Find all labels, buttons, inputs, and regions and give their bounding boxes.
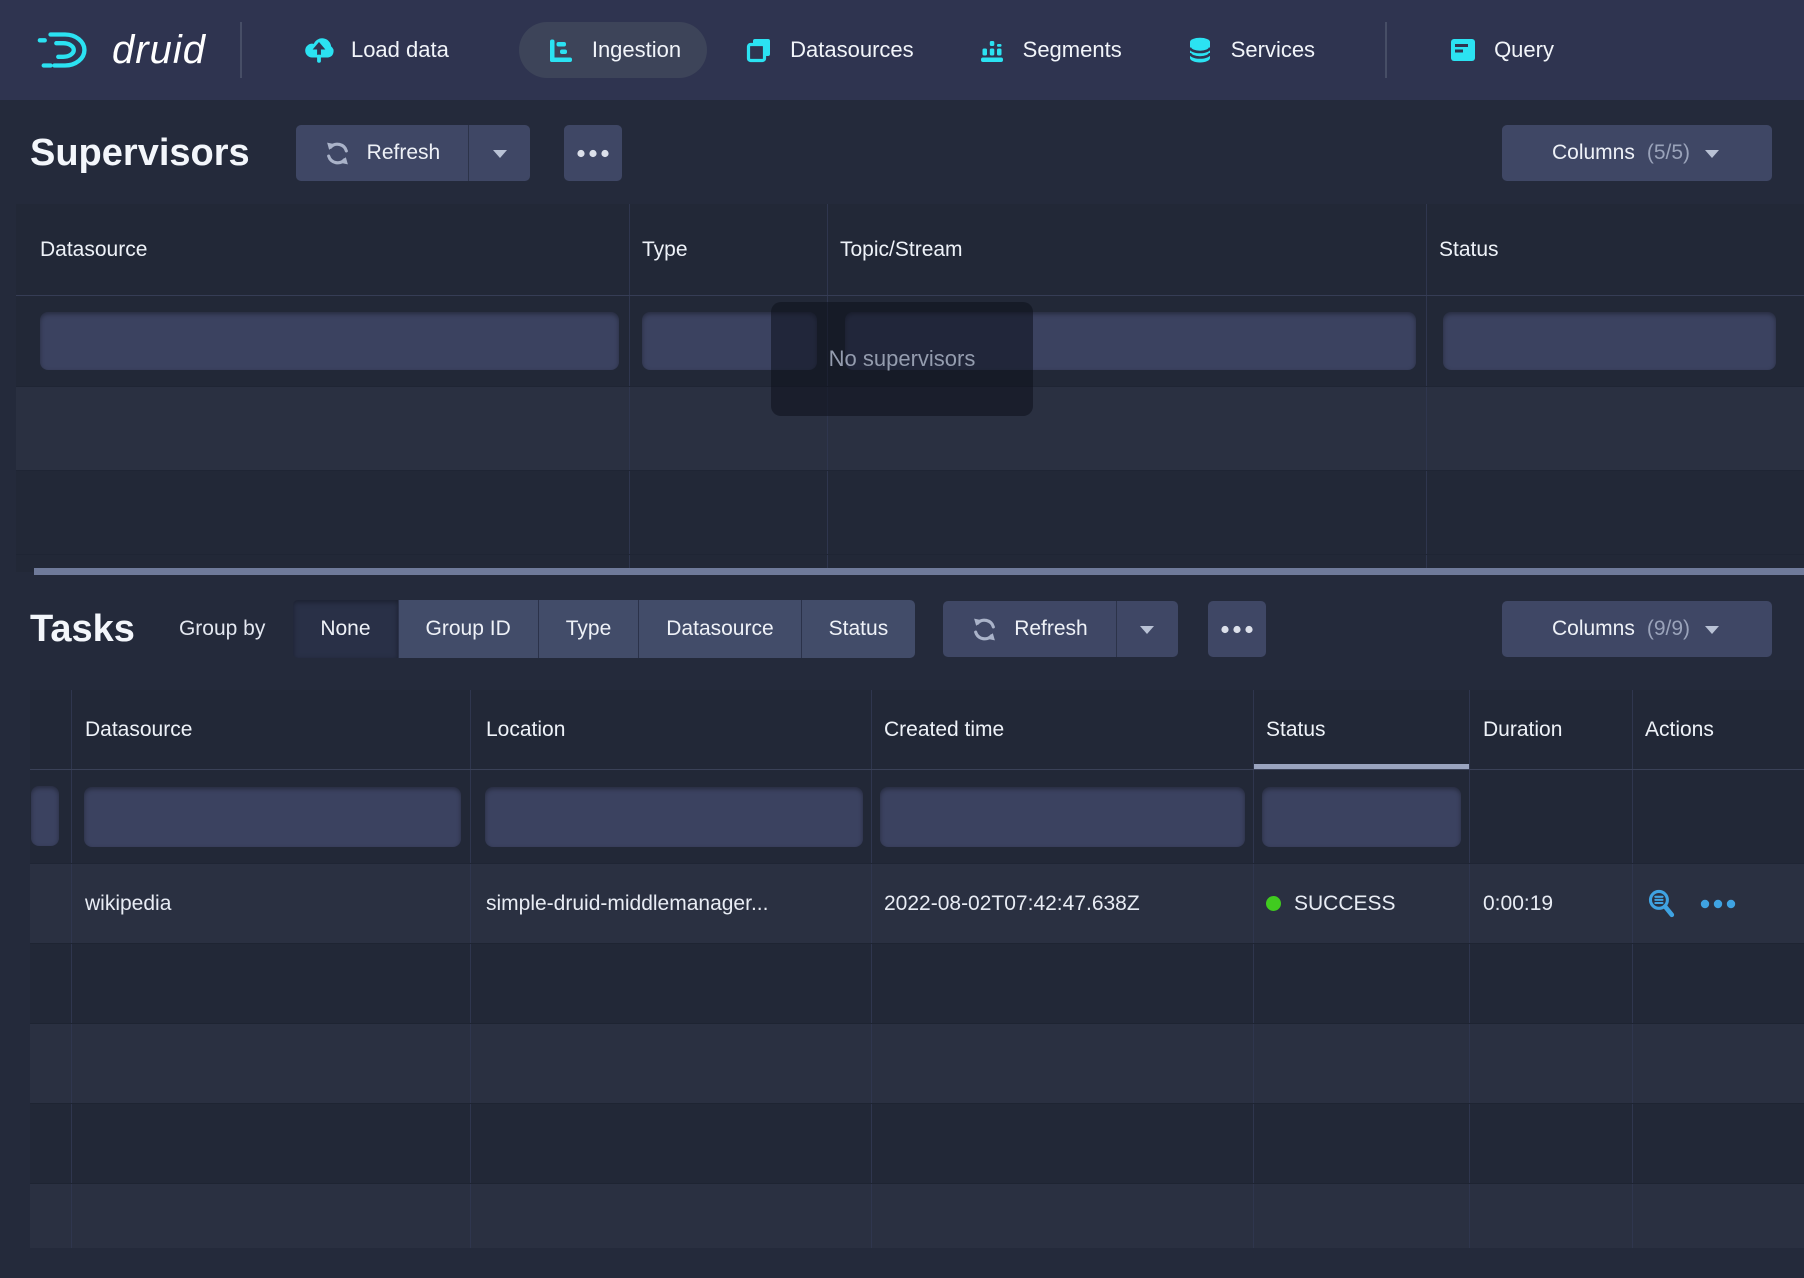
columns-count: (9/9) xyxy=(1647,617,1690,641)
group-by-type-button[interactable]: Type xyxy=(539,600,640,658)
sliver-filter-input[interactable] xyxy=(31,786,59,846)
table-row xyxy=(30,1184,1804,1248)
group-by-label: Group by xyxy=(179,617,265,641)
created-time-cell: 2022-08-02T07:42:47.638Z xyxy=(872,864,1254,943)
supervisors-title: Supervisors xyxy=(30,132,250,175)
row-more-icon[interactable] xyxy=(1700,899,1738,909)
nav-item-datasources[interactable]: Datasources xyxy=(717,22,940,78)
table-row xyxy=(30,944,1804,1024)
nav-item-query[interactable]: Query xyxy=(1421,22,1580,78)
search-template-icon[interactable] xyxy=(1645,887,1678,920)
duration-cell: 0:00:19 xyxy=(1470,864,1633,943)
actions-cell xyxy=(1633,864,1804,943)
tasks-refresh-button[interactable]: Refresh xyxy=(943,601,1116,657)
created-time-filter-input[interactable] xyxy=(880,787,1245,847)
column-header[interactable]: Duration xyxy=(1470,690,1633,769)
column-header-sorted[interactable]: Status xyxy=(1254,690,1470,769)
group-by-group-id-button[interactable]: Group ID xyxy=(399,600,539,658)
console-icon xyxy=(1447,34,1479,66)
datasource-cell: wikipedia xyxy=(72,864,471,943)
tasks-more-button[interactable] xyxy=(1208,601,1266,657)
group-by-status-button[interactable]: Status xyxy=(802,600,916,658)
cloud-upload-icon xyxy=(302,33,336,67)
nav-item-ingestion[interactable]: Ingestion xyxy=(519,22,707,78)
group-by-none-button[interactable]: None xyxy=(293,600,398,658)
more-icon xyxy=(576,149,610,158)
column-header[interactable]: Status xyxy=(1427,204,1804,295)
column-header[interactable]: Datasource xyxy=(16,204,630,295)
nav-item-label: Query xyxy=(1494,37,1554,63)
status-filter-input[interactable] xyxy=(1262,787,1461,847)
tasks-header-row: Datasource Location Created time Status … xyxy=(30,690,1804,770)
supervisors-header: Supervisors Refresh xyxy=(30,124,1772,182)
supervisors-refresh-dropdown[interactable] xyxy=(468,125,530,181)
column-header[interactable]: Type xyxy=(630,204,828,295)
gantt-chart-icon xyxy=(545,34,577,66)
table-row xyxy=(30,1104,1804,1184)
nav-item-label: Services xyxy=(1231,37,1315,63)
tasks-header: Tasks Group by None Group ID Type Dataso… xyxy=(30,600,1772,658)
supervisors-empty-state: No supervisors xyxy=(771,302,1033,416)
refresh-label: Refresh xyxy=(367,141,441,165)
tasks-refresh-dropdown[interactable] xyxy=(1116,601,1178,657)
group-by-segmented-control: None Group ID Type Datasource Status xyxy=(293,600,915,658)
caret-down-icon xyxy=(1137,623,1157,636)
refresh-icon xyxy=(971,616,998,643)
caret-down-icon xyxy=(1702,147,1722,160)
location-cell: simple-druid-middlemanager... xyxy=(471,864,872,943)
top-nav: druid Load data xyxy=(0,0,1804,100)
status-cell: SUCCESS xyxy=(1254,864,1470,943)
column-header[interactable]: Actions xyxy=(1633,690,1804,769)
stacked-bars-icon xyxy=(976,34,1008,66)
caret-down-icon xyxy=(1702,623,1722,636)
empty-message: No supervisors xyxy=(829,346,976,372)
columns-label: Columns xyxy=(1552,617,1635,641)
database-icon xyxy=(1184,34,1216,66)
supervisors-more-button[interactable] xyxy=(564,125,622,181)
datasource-filter-input[interactable] xyxy=(40,312,619,370)
more-icon xyxy=(1220,625,1254,634)
column-header[interactable]: Location xyxy=(471,690,872,769)
nav-divider xyxy=(240,22,242,78)
location-filter-input[interactable] xyxy=(485,787,863,847)
task-row-wikipedia[interactable]: wikipedia simple-druid-middlemanager... … xyxy=(30,864,1804,944)
nav-item-label: Load data xyxy=(351,37,449,63)
table-row xyxy=(30,1024,1804,1104)
datasource-filter-input[interactable] xyxy=(84,787,461,847)
druid-logo-icon xyxy=(36,26,98,74)
status-label: SUCCESS xyxy=(1294,892,1396,916)
nav-item-label: Datasources xyxy=(790,37,914,63)
tasks-table: Datasource Location Created time Status … xyxy=(30,690,1804,1248)
column-header[interactable]: Topic/Stream xyxy=(828,204,1427,295)
nav-item-segments[interactable]: Segments xyxy=(950,22,1148,78)
refresh-label: Refresh xyxy=(1014,617,1088,641)
nav-item-services[interactable]: Services xyxy=(1158,22,1341,78)
tasks-title: Tasks xyxy=(30,608,135,651)
column-header[interactable]: Created time xyxy=(872,690,1254,769)
status-filter-input[interactable] xyxy=(1443,312,1776,370)
tasks-filter-row xyxy=(30,770,1804,864)
druid-logo[interactable]: druid xyxy=(36,26,206,74)
nav-item-load-data[interactable]: Load data xyxy=(276,22,475,78)
brand-name: druid xyxy=(112,28,206,73)
supervisors-refresh-button[interactable]: Refresh xyxy=(296,125,469,181)
caret-down-icon xyxy=(490,147,510,160)
column-sliver xyxy=(30,690,72,769)
nav-item-label: Ingestion xyxy=(592,37,681,63)
group-by-datasource-button[interactable]: Datasource xyxy=(639,600,801,658)
nav-item-label: Segments xyxy=(1023,37,1122,63)
refresh-icon xyxy=(324,140,351,167)
table-row xyxy=(16,471,1804,555)
columns-count: (5/5) xyxy=(1647,141,1690,165)
columns-label: Columns xyxy=(1552,141,1635,165)
supervisors-horizontal-scrollbar[interactable] xyxy=(34,568,1804,575)
supervisors-columns-button[interactable]: Columns (5/5) xyxy=(1502,125,1772,181)
druid-console: druid Load data xyxy=(0,0,1804,1278)
column-header[interactable]: Datasource xyxy=(72,690,471,769)
supervisors-header-row: Datasource Type Topic/Stream Status xyxy=(16,204,1804,296)
tasks-columns-button[interactable]: Columns (9/9) xyxy=(1502,601,1772,657)
nav-divider xyxy=(1385,22,1387,78)
layers-icon xyxy=(743,34,775,66)
success-status-dot xyxy=(1266,896,1281,911)
